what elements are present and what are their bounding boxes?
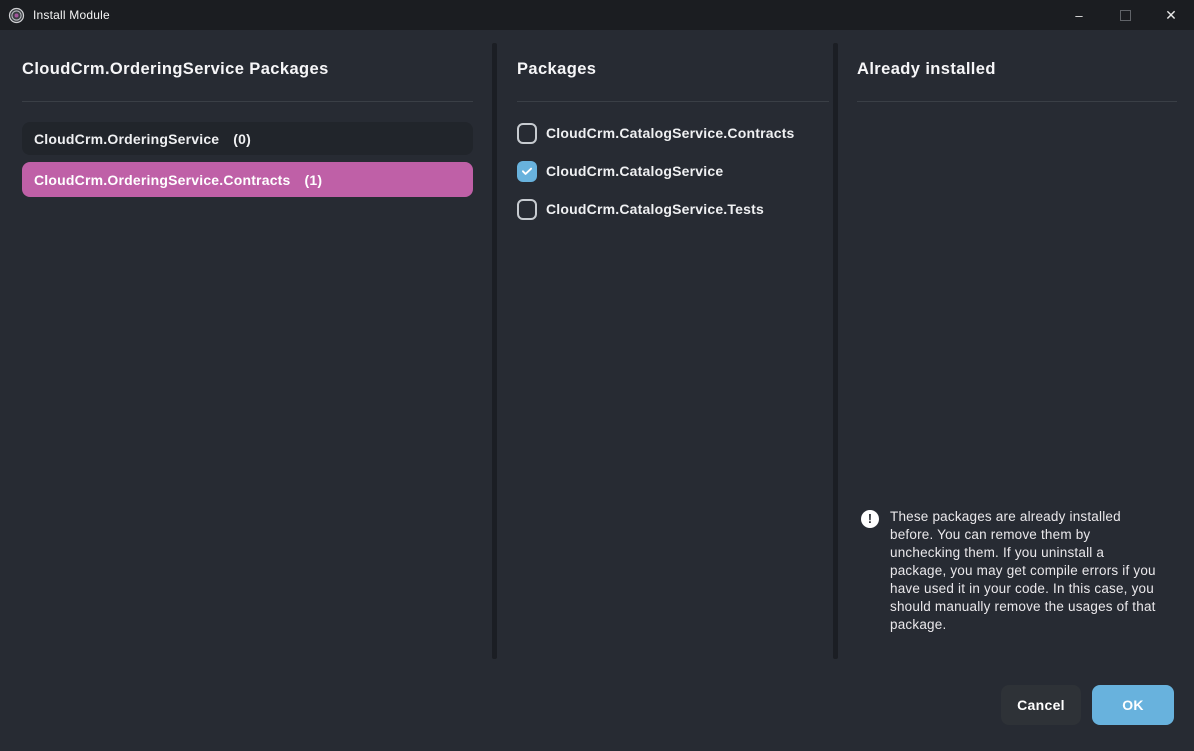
already-installed-panel-title: Already installed — [857, 60, 1177, 101]
column-divider-left — [492, 43, 497, 659]
project-item-ordering-service[interactable]: CloudCrm.OrderingService (0) — [22, 122, 473, 155]
ordering-service-panel: CloudCrm.OrderingService Packages CloudC… — [22, 60, 473, 101]
package-label: CloudCrm.CatalogService — [546, 163, 723, 179]
project-item-label: CloudCrm.OrderingService.Contracts — [34, 172, 291, 188]
column-divider-right — [833, 43, 838, 659]
cancel-button[interactable]: Cancel — [1001, 685, 1081, 725]
packages-panel-title: Packages — [517, 60, 829, 101]
close-button[interactable]: ✕ — [1148, 0, 1194, 30]
check-icon — [520, 164, 534, 178]
app-logo-icon — [8, 7, 25, 24]
maximize-icon — [1120, 10, 1131, 21]
window-title: Install Module — [33, 8, 110, 22]
info-icon: ! — [861, 510, 879, 528]
packages-panel: Packages CloudCrm.CatalogService.Contrac… — [517, 60, 829, 101]
checkbox[interactable] — [517, 199, 537, 220]
checkbox[interactable] — [517, 123, 537, 144]
ordering-service-panel-title: CloudCrm.OrderingService Packages — [22, 60, 473, 101]
maximize-button[interactable] — [1102, 0, 1148, 30]
package-label: CloudCrm.CatalogService.Contracts — [546, 125, 795, 141]
package-row-catalog-service[interactable]: CloudCrm.CatalogService — [517, 160, 723, 182]
panel-divider — [857, 101, 1177, 102]
package-label: CloudCrm.CatalogService.Tests — [546, 201, 764, 217]
panel-divider — [22, 101, 473, 102]
checkbox[interactable] — [517, 161, 537, 182]
package-row-catalog-service-tests[interactable]: CloudCrm.CatalogService.Tests — [517, 198, 764, 220]
already-installed-panel: Already installed ! These packages are a… — [857, 60, 1177, 101]
panel-divider — [517, 101, 829, 102]
ok-button[interactable]: OK — [1092, 685, 1174, 725]
uninstall-warning-text: These packages are already installed bef… — [890, 508, 1158, 634]
minimize-button[interactable]: – — [1056, 0, 1102, 30]
project-item-count: (1) — [305, 172, 323, 188]
project-item-ordering-service-contracts[interactable]: CloudCrm.OrderingService.Contracts (1) — [22, 162, 473, 197]
uninstall-warning-note: ! These packages are already installed b… — [861, 508, 1158, 634]
package-row-catalog-service-contracts[interactable]: CloudCrm.CatalogService.Contracts — [517, 122, 795, 144]
project-item-count: (0) — [233, 131, 251, 147]
project-item-label: CloudCrm.OrderingService — [34, 131, 219, 147]
titlebar: Install Module – ✕ — [0, 0, 1194, 30]
